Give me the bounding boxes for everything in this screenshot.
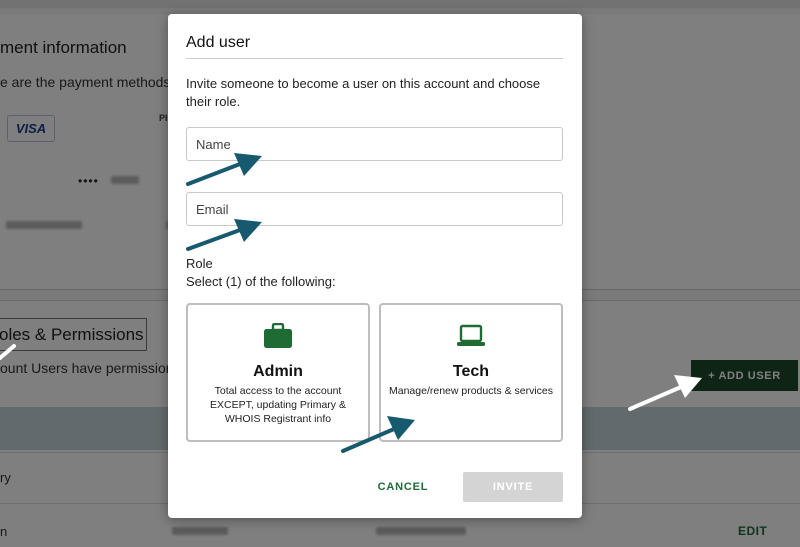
role-description: Manage/renew products & services	[389, 385, 553, 397]
role-hint: Select (1) of the following:	[186, 274, 336, 289]
role-option-tech[interactable]: Tech Manage/renew products & services	[379, 303, 563, 442]
role-label: Role	[186, 256, 213, 271]
role-name: Tech	[452, 363, 490, 380]
cancel-button[interactable]: CANCEL	[364, 472, 442, 502]
invite-button[interactable]: INVITE	[463, 472, 563, 502]
name-placeholder: Name	[196, 136, 231, 152]
title-divider	[186, 58, 563, 59]
dialog-intro-text: Invite someone to become a user on this …	[186, 76, 541, 109]
name-input[interactable]: Name	[186, 127, 563, 161]
email-input[interactable]: Email	[186, 192, 563, 226]
role-description: Total access to the account EXCEPT, upda…	[210, 385, 346, 425]
laptop-icon	[457, 324, 485, 346]
briefcase-icon	[264, 323, 292, 348]
email-placeholder: Email	[196, 201, 229, 217]
dialog-title: Add user	[186, 34, 251, 51]
role-option-admin[interactable]: Admin Total access to the account EXCEPT…	[186, 303, 370, 442]
add-user-dialog: Add user Invite someone to become a user…	[168, 14, 582, 518]
role-name: Admin	[253, 363, 303, 380]
